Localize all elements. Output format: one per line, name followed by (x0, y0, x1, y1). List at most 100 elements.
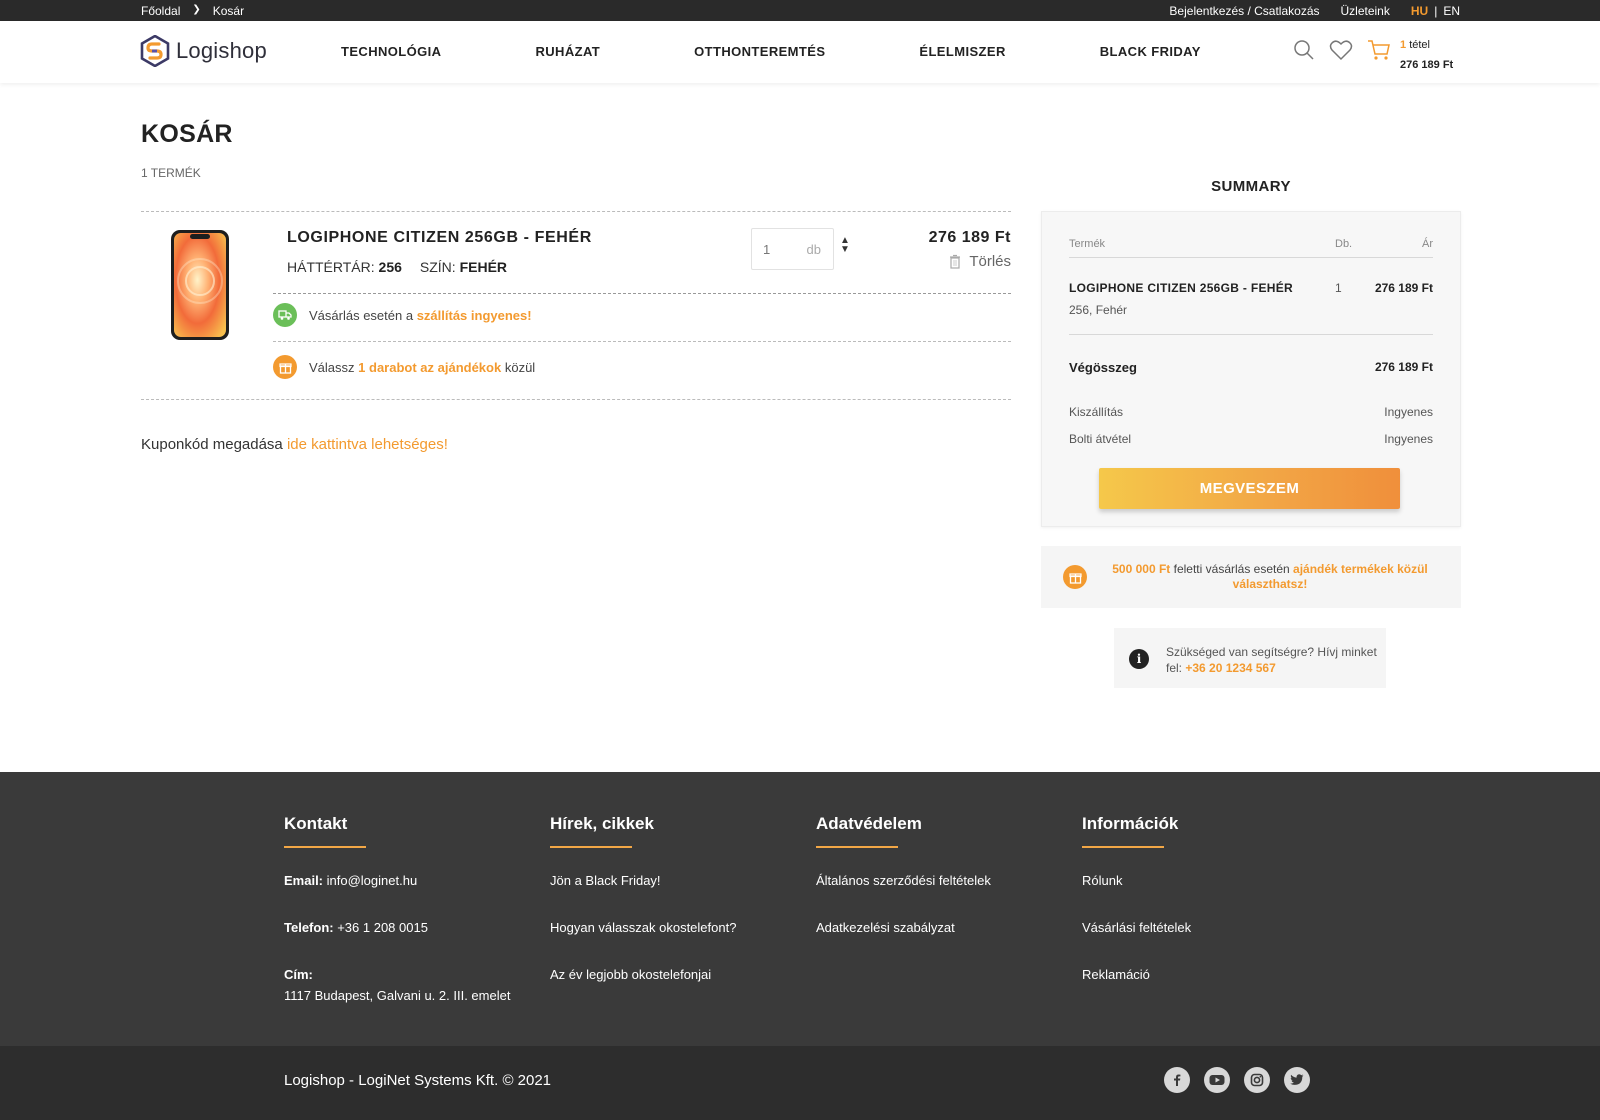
breadcrumb-current: Kosár (212, 4, 245, 18)
nav-elelmiszer[interactable]: ÉLELMISZER (919, 44, 1005, 59)
language-switch: HU | EN (1411, 4, 1460, 18)
footer-link[interactable]: Általános szerződési feltételek (816, 870, 991, 891)
lang-separator: | (1434, 4, 1438, 18)
social-links (1164, 1067, 1310, 1093)
col-price: Ár (1422, 238, 1433, 250)
gift-promo-text: 500 000 Ft feletti vásárlás esetén ajánd… (1109, 562, 1431, 592)
shipping-text: Vásárlás esetén a (309, 307, 414, 323)
help-box: i Szükséged van segítségre? Hívj minket … (1114, 628, 1386, 688)
footer-address: 1117 Budapest, Galvani u. 2. III. emelet (284, 988, 511, 1003)
search-icon[interactable] (1293, 39, 1315, 61)
shipping-highlight: szállítás ingyenes! (416, 307, 532, 323)
gift-notice: Válassz 1 darabot az ajándékok közül (273, 355, 535, 379)
footer-heading-info: Információk (1082, 814, 1179, 833)
summary-product-variant: 256, Fehér (1069, 303, 1128, 317)
delete-button[interactable]: Törlés (949, 253, 1011, 270)
free-shipping-notice: Vásárlás esetén a szállítás ingyenes! (273, 303, 532, 327)
heading-underline (550, 846, 632, 848)
footer-link[interactable]: Az év legjobb okostelefonjai (550, 964, 736, 985)
footer-link[interactable]: Jön a Black Friday! (550, 870, 736, 891)
copyright: Logishop - LogiNet Systems Kft. © 2021 (284, 1072, 552, 1089)
nav-technologia[interactable]: TECHNOLÓGIA (341, 44, 441, 59)
main-nav: TECHNOLÓGIA RUHÁZAT OTTHONTEREMTÉS ÉLELM… (341, 44, 1201, 59)
summary-product-price: 276 189 Ft (1374, 281, 1433, 295)
footer-link[interactable]: Rólunk (1082, 870, 1191, 891)
cart-count: 1 (1400, 39, 1407, 51)
cart-summary[interactable]: 1 tétel 276 189 Ft (1400, 35, 1453, 75)
item-count: 1 TERMÉK (141, 166, 201, 180)
lang-en[interactable]: EN (1443, 4, 1460, 18)
gift-text-pre: Válassz (309, 359, 355, 375)
footer-heading-news: Hírek, cikkek (550, 814, 654, 833)
summary-total: Végösszeg 276 189 Ft (1069, 360, 1433, 375)
bottom-bar: Logishop - LogiNet Systems Kft. © 2021 (0, 1046, 1600, 1120)
breadcrumb: Főoldal ❯ Kosár (141, 4, 244, 18)
youtube-icon[interactable] (1204, 1067, 1230, 1093)
quantity-stepper[interactable]: ▲ ▼ (839, 236, 851, 255)
pickup-option: Bolti átvétel Ingyenes (1069, 432, 1433, 446)
trash-icon (950, 254, 961, 269)
footer-link[interactable]: Adatkezelési szabályzat (816, 917, 991, 938)
footer-link[interactable]: Reklamáció (1082, 964, 1191, 985)
footer-info: Információk Rólunk Vásárlási feltételek … (1082, 814, 1191, 1011)
footer-link[interactable]: Hogyan válasszak okostelefont? (550, 917, 736, 938)
summary-panel: Termék Db. Ár LOGIPHONE CITIZEN 256GB - … (1041, 211, 1461, 527)
gift-highlight[interactable]: 1 darabot az ajándékok (358, 360, 501, 375)
cart-total: 276 189 Ft (1400, 59, 1454, 71)
breadcrumb-home[interactable]: Főoldal (141, 4, 180, 18)
heart-icon[interactable] (1329, 39, 1353, 61)
nav-black-friday[interactable]: BLACK FRIDAY (1100, 44, 1201, 59)
chevron-right-icon: ❯ (192, 4, 201, 15)
footer-news: Hírek, cikkek Jön a Black Friday! Hogyan… (550, 814, 736, 1011)
shipping-label: Kiszállítás (1069, 405, 1124, 419)
nav-otthonteremtes[interactable]: OTTHONTEREMTÉS (694, 44, 825, 59)
help-text: Szükséged van segítségre? Hívj minket fe… (1166, 644, 1386, 676)
divider (273, 293, 1011, 294)
summary-product-row: LOGIPHONE CITIZEN 256GB - FEHÉR 256, Feh… (1069, 281, 1433, 317)
storage-value: 256 (378, 259, 402, 275)
buy-button[interactable]: MEGVESZEM (1099, 468, 1400, 509)
twitter-icon[interactable] (1284, 1067, 1310, 1093)
storage-label: HÁTTÉRTÁR: (287, 259, 375, 275)
product-attributes: HÁTTÉRTÁR: 256 SZÍN: FEHÉR (287, 259, 507, 275)
logo-icon (140, 35, 170, 67)
total-label: Végösszeg (1069, 360, 1137, 375)
main-header: Logishop TECHNOLÓGIA RUHÁZAT OTTHONTEREM… (0, 21, 1600, 83)
facebook-icon[interactable] (1164, 1067, 1190, 1093)
delete-label: Törlés (969, 253, 1011, 270)
product-name[interactable]: LOGIPHONE CITIZEN 256GB - FEHÉR (287, 229, 592, 247)
footer-heading-kontakt: Kontakt (284, 814, 348, 833)
footer-email[interactable]: info@loginet.hu (327, 873, 418, 888)
product-image[interactable] (169, 229, 231, 341)
divider (1069, 334, 1433, 335)
logo[interactable]: Logishop (140, 35, 267, 67)
help-phone[interactable]: +36 20 1234 567 (1185, 661, 1275, 675)
pickup-label: Bolti átvétel (1069, 432, 1132, 446)
page-title: KOSÁR (141, 120, 233, 148)
nav-ruhazat[interactable]: RUHÁZAT (535, 44, 600, 59)
cart-icon[interactable] (1367, 39, 1391, 61)
product-price: 276 189 Ft (928, 229, 1011, 246)
arrow-down-icon[interactable]: ▼ (839, 245, 851, 255)
coupon-text: Kuponkód megadása (141, 436, 283, 453)
instagram-icon[interactable] (1244, 1067, 1270, 1093)
shipping-value: Ingyenes (1384, 405, 1433, 419)
footer-phone[interactable]: +36 1 208 0015 (337, 920, 428, 935)
quantity-input[interactable]: 1 db (751, 228, 834, 270)
top-bar: Főoldal ❯ Kosár Bejelentkezés / Csatlako… (0, 0, 1600, 21)
gift-text-post: közül (504, 359, 536, 375)
coupon-link[interactable]: ide kattintva lehetséges! (287, 436, 448, 453)
footer-privacy: Adatvédelem Általános szerződési feltéte… (816, 814, 991, 964)
login-link[interactable]: Bejelentkezés / Csatlakozás (1169, 4, 1319, 18)
divider (141, 399, 1011, 400)
lang-hu[interactable]: HU (1411, 4, 1428, 18)
heading-underline (284, 846, 366, 848)
footer-link[interactable]: Vásárlási feltételek (1082, 917, 1191, 938)
footer-kontakt: Kontakt Email: info@loginet.hu Telefon: … (284, 814, 510, 1032)
total-value: 276 189 Ft (1374, 360, 1433, 374)
heading-underline (1082, 846, 1164, 848)
gift-promo: 500 000 Ft feletti vásárlás esetén ajánd… (1041, 546, 1461, 608)
stores-link[interactable]: Üzleteink (1341, 4, 1390, 18)
cart-count-label: tétel (1409, 39, 1430, 51)
summary-product-qty: 1 (1335, 281, 1342, 295)
